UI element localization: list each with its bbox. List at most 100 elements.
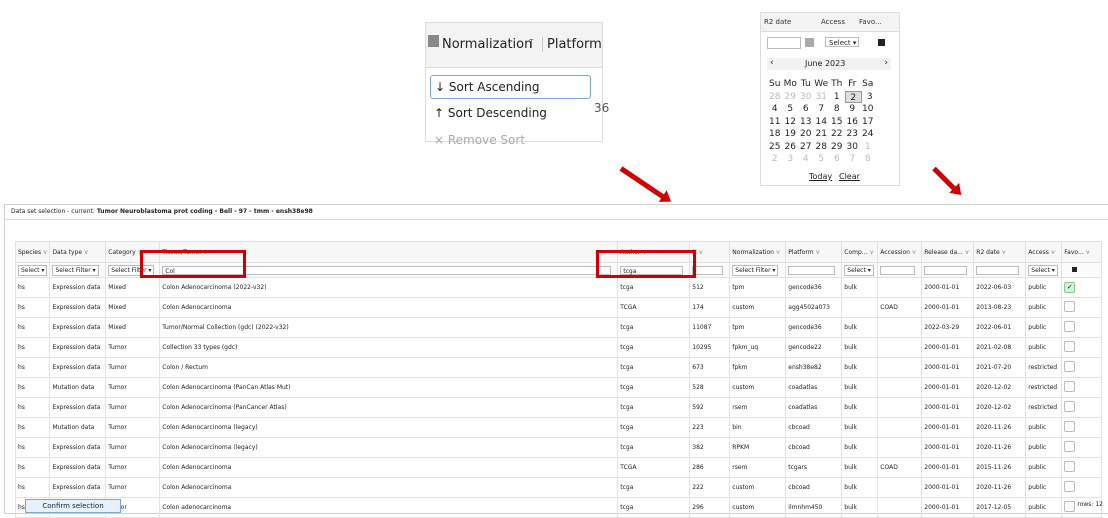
calendar-day[interactable]: 4 xyxy=(767,103,783,116)
calendar-day[interactable]: 6 xyxy=(798,103,814,116)
calendar-day[interactable]: 1 xyxy=(860,141,876,154)
favorite-checkbox[interactable] xyxy=(1064,441,1076,452)
table-row[interactable]: hs Expression data Tumor Colon Adenocarcino… xyxy=(14,457,1103,478)
calendar-day[interactable]: 3 xyxy=(862,91,878,104)
calendar-day[interactable]: 29 xyxy=(783,91,799,104)
accession-filter-input[interactable] xyxy=(880,265,916,275)
calendar-day[interactable]: 27 xyxy=(798,141,814,154)
normalization-filter[interactable]: Select Filter ▾ xyxy=(732,264,779,276)
data-type-filter[interactable]: Select Filter ▾ xyxy=(52,264,99,276)
column-header[interactable]: Platform ⋎ xyxy=(785,241,843,263)
calendar-day[interactable]: 8 xyxy=(860,153,876,166)
calendar-day[interactable]: 6 xyxy=(829,153,845,166)
today-link[interactable]: Today xyxy=(809,172,832,181)
table-row[interactable]: hs Expression data Tumor Collection 33 type… xyxy=(14,337,1103,358)
calendar-day[interactable]: 1 xyxy=(829,91,845,104)
filter-icon[interactable]: ⋎ xyxy=(1000,249,1006,256)
favorite-checkbox[interactable] xyxy=(1064,361,1076,372)
next-month-icon[interactable]: › xyxy=(884,58,888,68)
calendar-day[interactable]: 11 xyxy=(767,116,783,129)
filter-icon[interactable]: ⋎ xyxy=(1049,249,1055,256)
favorite-checkbox[interactable] xyxy=(1064,381,1076,392)
calendar-day[interactable]: 9 xyxy=(845,103,861,116)
calendar-day[interactable]: 7 xyxy=(814,103,830,116)
date-input[interactable] xyxy=(767,37,801,49)
filter-icon[interactable]: ⋎ xyxy=(774,249,780,256)
calendar-day[interactable]: 10 xyxy=(860,103,876,116)
table-row[interactable]: hs Expression data Tumor Colon Adenocarcino… xyxy=(14,477,1103,498)
sort-menu-item[interactable]: ↑ Sort Descending xyxy=(430,102,589,124)
table-row[interactable]: hs Mutation data Tumor Colon Adenocarcinoma… xyxy=(14,417,1103,438)
calendar-day[interactable]: 18 xyxy=(767,128,783,141)
access-filter[interactable]: Select ▾ xyxy=(1028,264,1058,276)
column-header[interactable]: Normalization ⋎ xyxy=(729,241,787,263)
calendar-day[interactable]: 20 xyxy=(798,128,814,141)
calendar-day[interactable]: 21 xyxy=(814,128,830,141)
calendar-day[interactable]: 14 xyxy=(814,116,830,129)
column-menu-icon[interactable] xyxy=(428,35,439,47)
confirm-selection-button[interactable]: Confirm selection xyxy=(25,499,121,513)
n-filter-input[interactable] xyxy=(692,265,724,275)
calendar-day[interactable]: 3 xyxy=(783,153,799,166)
filter-icon[interactable]: ⋎ xyxy=(697,249,703,256)
calendar-day[interactable]: 13 xyxy=(798,116,814,129)
column-header[interactable]: Access ⋎ xyxy=(1025,241,1063,263)
r2-date-filter-input[interactable] xyxy=(976,265,1020,275)
calendar-day[interactable]: 23 xyxy=(845,128,861,141)
calendar-day[interactable]: 30 xyxy=(798,91,814,104)
calendar-day[interactable]: 15 xyxy=(829,116,845,129)
calendar-day[interactable]: 28 xyxy=(767,91,783,104)
table-row[interactable]: hs Expression data Tumor Colon Adenocarcino… xyxy=(14,437,1103,458)
comp-filter[interactable]: Select ▾ xyxy=(844,264,874,276)
calendar-day[interactable]: 29 xyxy=(829,141,845,154)
column-header[interactable]: Favo... ⋎ xyxy=(1061,241,1103,263)
favorite-checkbox[interactable] xyxy=(1064,401,1076,412)
table-row[interactable]: hs Expression data Tumor Colon / Rectum tcga… xyxy=(14,357,1103,378)
table-row[interactable]: hs Expression data Tumor Colon Adenocarcino… xyxy=(14,397,1103,418)
table-row[interactable]: hs Expression data Mixed Tumor/Normal Colle… xyxy=(14,317,1103,338)
column-header[interactable]: Species ⋎ xyxy=(14,241,51,263)
calendar-day[interactable]: 26 xyxy=(783,141,799,154)
release-date-filter-input[interactable] xyxy=(924,265,968,275)
calendar-day[interactable]: 19 xyxy=(783,128,799,141)
favorites-filter-icon[interactable] xyxy=(1072,266,1078,272)
filter-icon[interactable]: ⋎ xyxy=(41,249,47,256)
column-header[interactable]: R2 date ⋎ xyxy=(973,241,1027,263)
r2-date-header[interactable]: R2 date xyxy=(764,18,791,26)
column-header[interactable]: Data type ⋎ xyxy=(49,241,107,263)
table-row[interactable]: hs Mutation data Tumor Colon Adenocarcinoma… xyxy=(14,377,1103,398)
access-select[interactable]: Select ▾ xyxy=(825,37,859,47)
calendar-day[interactable]: 8 xyxy=(829,103,845,116)
table-row[interactable]: hs Expression data Mixed Colon Adenocarcino… xyxy=(14,277,1103,298)
favorite-checkbox[interactable] xyxy=(1064,321,1076,332)
calendar-day[interactable]: 16 xyxy=(845,116,861,129)
platform-filter-input[interactable] xyxy=(788,265,836,275)
table-row[interactable]: hs Expression data Mixed Colon Adenocarcino… xyxy=(14,297,1103,318)
favorites-filter-box[interactable] xyxy=(878,39,885,46)
favorite-checkbox[interactable] xyxy=(1064,461,1076,472)
calendar-day[interactable]: 31 xyxy=(814,91,830,104)
access-header[interactable]: Access xyxy=(821,18,845,26)
calendar-icon[interactable] xyxy=(805,38,814,47)
calendar-day[interactable]: 4 xyxy=(798,153,814,166)
favorites-header[interactable]: Favo... xyxy=(859,18,882,26)
calendar-day[interactable]: 24 xyxy=(860,128,876,141)
prev-month-icon[interactable]: ‹ xyxy=(770,58,774,68)
favorite-checkbox[interactable] xyxy=(1064,341,1076,352)
filter-icon[interactable]: ⊺ xyxy=(528,37,535,52)
calendar-day[interactable]: 2 xyxy=(767,153,783,166)
calendar-day[interactable]: 28 xyxy=(814,141,830,154)
calendar-day[interactable]: 5 xyxy=(814,153,830,166)
calendar-day[interactable]: 17 xyxy=(860,116,876,129)
platform-column-header[interactable]: Platform xyxy=(542,37,602,52)
favorite-checkbox[interactable] xyxy=(1064,421,1076,432)
calendar-day[interactable]: 25 xyxy=(767,141,783,154)
sort-menu-item[interactable]: ↓ Sort Ascending xyxy=(430,75,591,99)
filter-icon[interactable]: ⋎ xyxy=(963,249,969,256)
calendar-day[interactable]: 22 xyxy=(829,128,845,141)
calendar-day[interactable]: 30 xyxy=(845,141,861,154)
favorite-checkbox[interactable] xyxy=(1064,481,1076,492)
calendar-day[interactable]: 12 xyxy=(783,116,799,129)
column-header[interactable]: Accession ⋎ xyxy=(877,241,923,263)
normalization-column-header[interactable]: Normalization xyxy=(442,37,532,52)
